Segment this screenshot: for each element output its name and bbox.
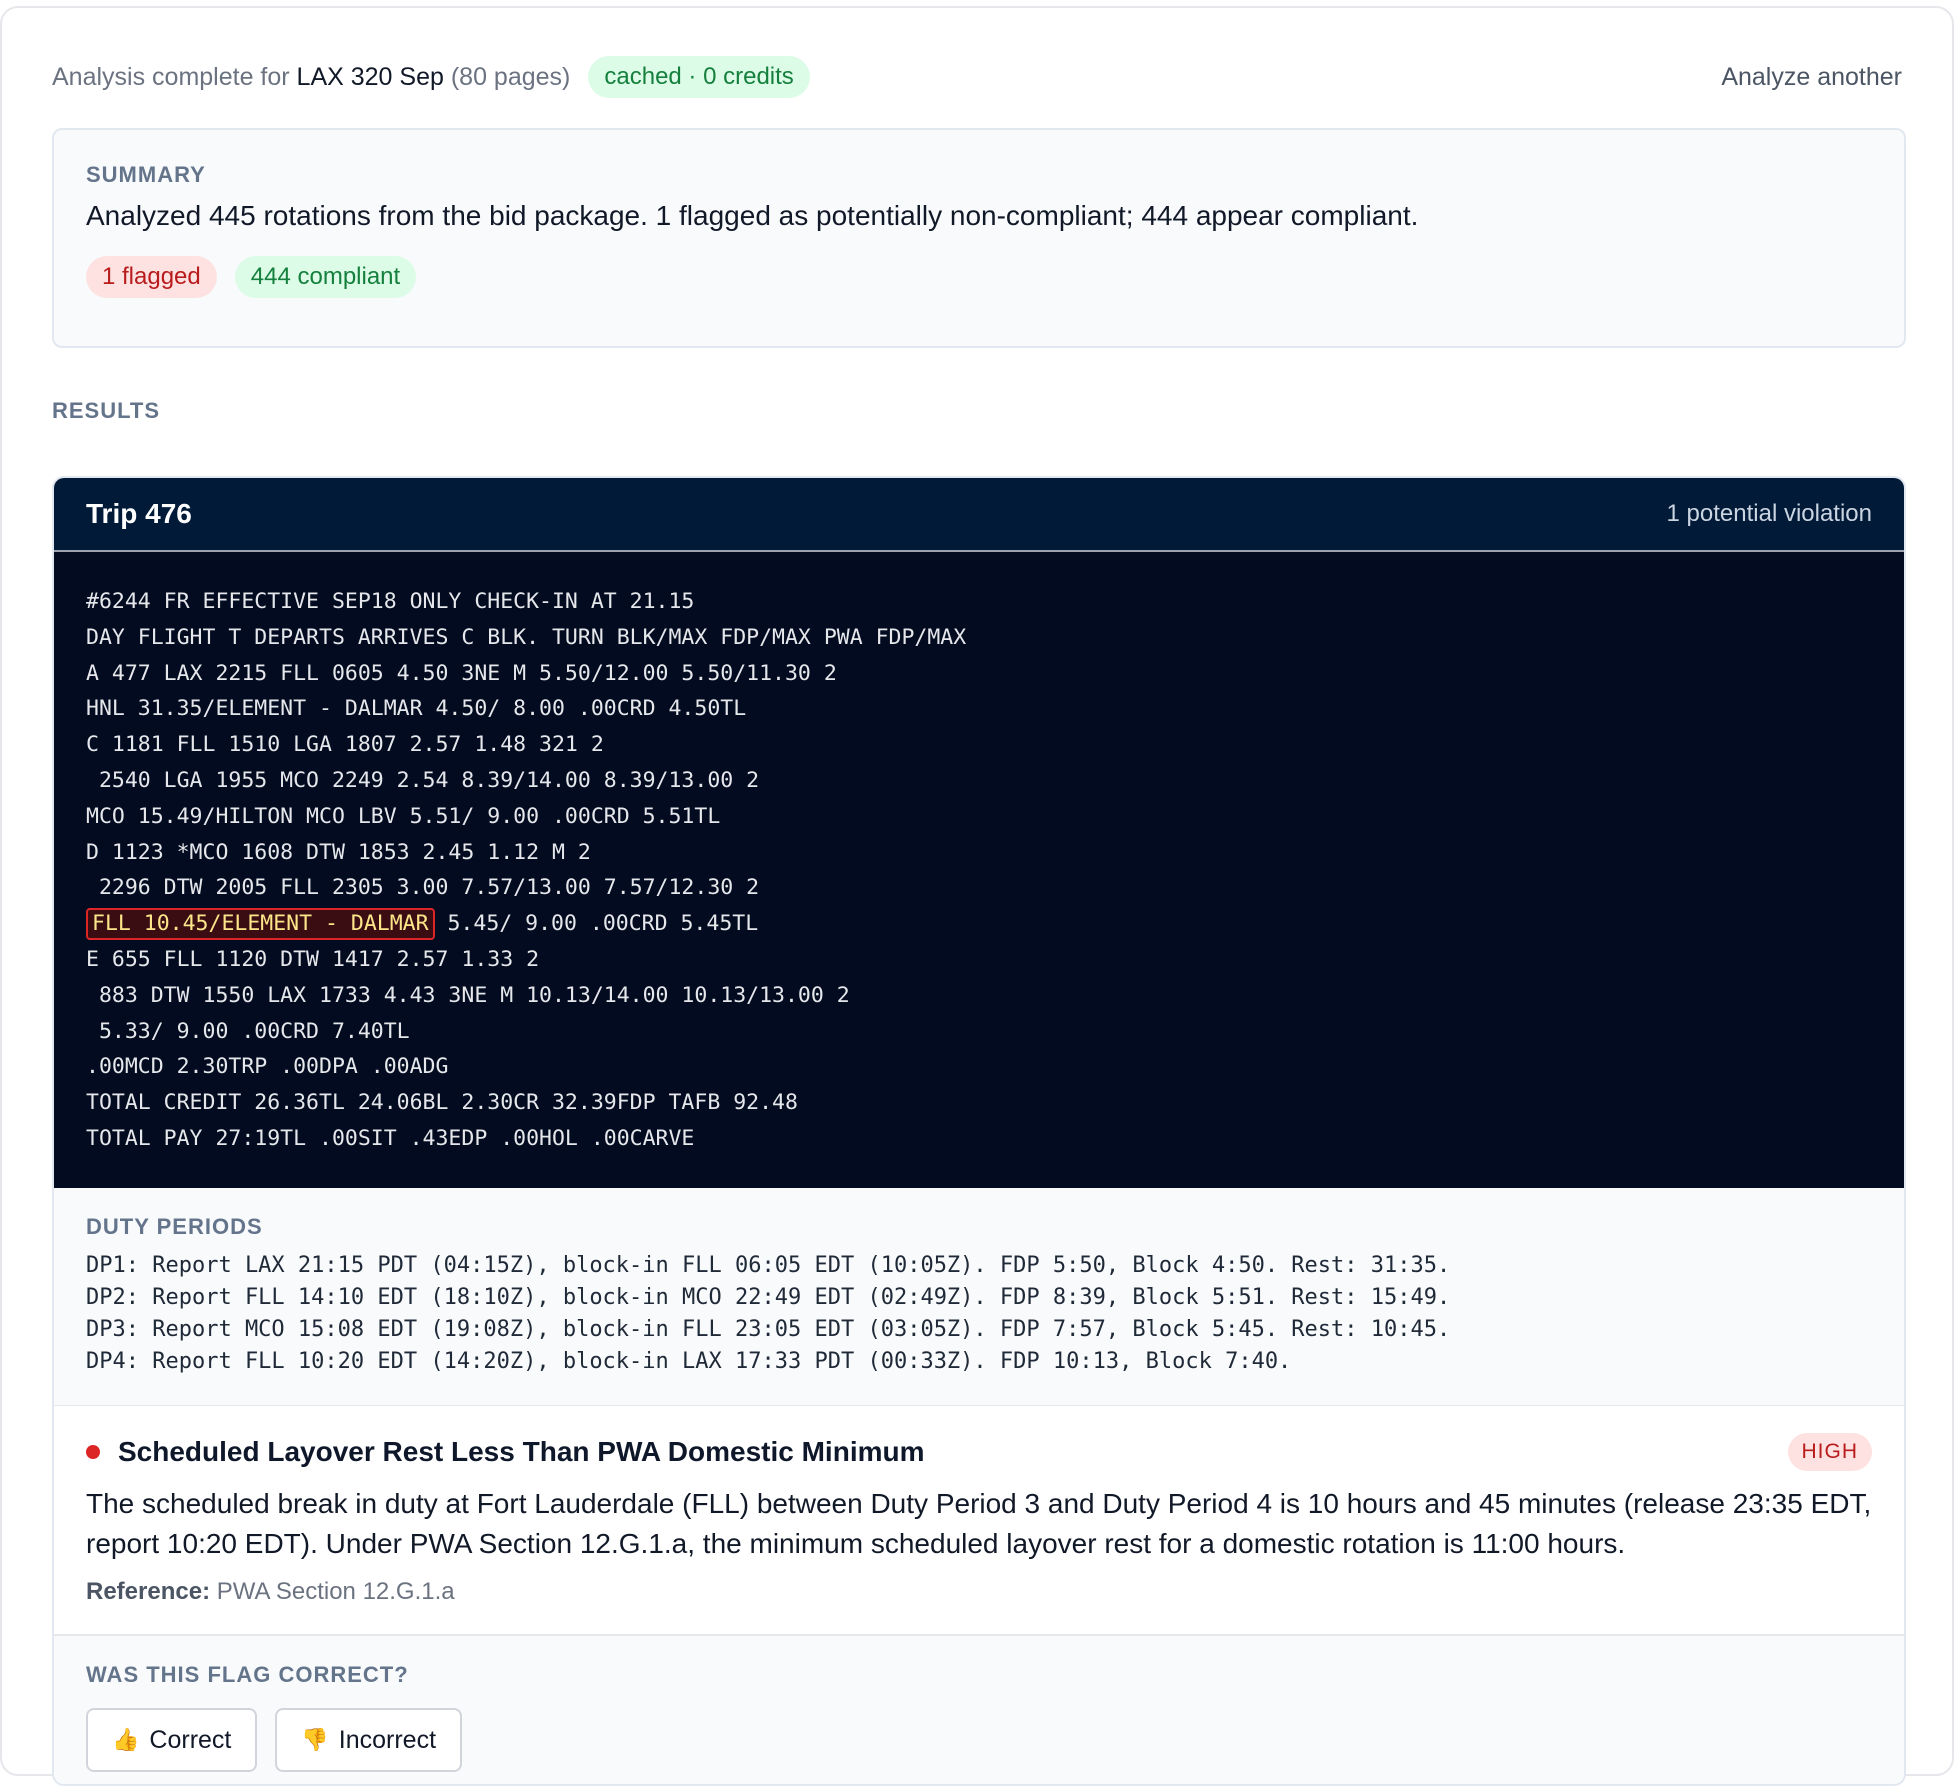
highlighted-layover[interactable]: FLL 10.45/ELEMENT - DALMAR — [86, 908, 435, 941]
rotation-line: #6244 FR EFFECTIVE SEP18 ONLY CHECK-IN A… — [86, 589, 695, 614]
duty-period-row: DP4: Report FLL 10:20 EDT (14:20Z), bloc… — [86, 1349, 1292, 1374]
correct-button[interactable]: 👍 Correct — [86, 1708, 258, 1772]
reference-label: Reference: — [86, 1578, 211, 1605]
rotation-line: 2540 LGA 1955 MCO 2249 2.54 8.39/14.00 8… — [86, 767, 760, 793]
feedback-label: WAS THIS FLAG CORRECT? — [86, 1662, 409, 1687]
correct-button-label: Correct — [149, 1725, 232, 1754]
rotation-line-highlighted: FLL 10.45/ELEMENT - DALMAR 5.45/ 9.00 .0… — [86, 906, 1872, 942]
summary-label: SUMMARY — [86, 162, 206, 187]
duty-period-row: DP1: Report LAX 21:15 PDT (04:15Z), bloc… — [86, 1253, 1451, 1278]
summary-card: SUMMARY Analyzed 445 rotations from the … — [52, 128, 1906, 348]
duty-periods-section: DUTY PERIODS DP1: Report LAX 21:15 PDT (… — [54, 1188, 1904, 1406]
rotation-line: A 477 LAX 2215 FLL 0605 4.50 3NE M 5.50/… — [86, 660, 837, 686]
thumbs-down-icon: 👎 — [301, 1727, 329, 1752]
trip-card: Trip 476 1 potential violation #6244 FR … — [52, 476, 1906, 1786]
page-count: (80 pages) — [450, 62, 571, 91]
rotation-line: E 655 FLL 1120 DTW 1417 2.57 1.33 2 — [86, 946, 540, 972]
rotation-line: D 1123 *MCO 1608 DTW 1853 2.45 1.12 M 2 — [86, 839, 591, 865]
rotation-line: 2296 DTW 2005 FLL 2305 3.00 7.57/13.00 7… — [86, 875, 760, 901]
summary-text: Analyzed 445 rotations from the bid pack… — [86, 200, 1419, 231]
cache-badge: cached · 0 credits — [588, 56, 810, 98]
rotation-line: 5.33/ 9.00 .00CRD 7.40TL — [86, 1018, 410, 1044]
violation-title: Scheduled Layover Rest Less Than PWA Dom… — [118, 1436, 925, 1467]
rotation-line: TOTAL PAY 27:19TL .00SIT .43EDP .00HOL .… — [86, 1125, 695, 1151]
reference-value: PWA Section 12.G.1.a — [210, 1578, 455, 1605]
rotation-text-block: #6244 FR EFFECTIVE SEP18 ONLY CHECK-IN A… — [54, 552, 1904, 1188]
incorrect-button[interactable]: 👎 Incorrect — [275, 1708, 463, 1772]
highlighted-line-rest: 5.45/ 9.00 .00CRD 5.45TL — [434, 911, 759, 937]
rotation-line: DAY FLIGHT T DEPARTS ARRIVES C BLK. TURN… — [86, 624, 967, 650]
rotation-line: 883 DTW 1550 LAX 1733 4.43 3NE M 10.13/1… — [86, 982, 850, 1008]
analyze-another-link[interactable]: Analyze another — [1721, 63, 1902, 92]
flagged-badge: 1 flagged — [86, 256, 217, 298]
violation-description: The scheduled break in duty at Fort Laud… — [86, 1488, 1872, 1559]
results-label: RESULTS — [52, 398, 161, 423]
severity-dot-icon — [86, 1445, 100, 1459]
analysis-panel: Analysis complete for LAX 320 Sep (80 pa… — [0, 6, 1954, 1786]
thumbs-up-icon: 👍 — [112, 1727, 140, 1752]
duty-period-row: DP3: Report MCO 15:08 EDT (19:08Z), bloc… — [86, 1317, 1451, 1342]
violation-count: 1 potential violation — [1666, 500, 1872, 527]
package-name: LAX 320 Sep — [296, 62, 444, 91]
violation-reference: Reference: PWA Section 12.G.1.a — [86, 1578, 1872, 1606]
feedback-section: WAS THIS FLAG CORRECT? 👍 Correct 👎 Incor… — [54, 1634, 1904, 1784]
status-bar: Analysis complete for LAX 320 Sep (80 pa… — [52, 54, 1902, 100]
summary-badges: 1 flagged 444 compliant — [86, 256, 1872, 298]
rotation-line: MCO 15.49/HILTON MCO LBV 5.51/ 9.00 .00C… — [86, 803, 721, 829]
feedback-buttons: 👍 Correct 👎 Incorrect — [86, 1708, 1872, 1772]
trip-header: Trip 476 1 potential violation — [54, 478, 1904, 552]
status-prefix: Analysis complete for — [52, 62, 297, 91]
compliant-badge: 444 compliant — [234, 256, 417, 298]
violation-item: Scheduled Layover Rest Less Than PWA Dom… — [54, 1406, 1904, 1634]
analysis-status: Analysis complete for LAX 320 Sep (80 pa… — [52, 63, 570, 92]
severity-badge: HIGH — [1787, 1433, 1872, 1471]
duty-periods-label: DUTY PERIODS — [86, 1214, 263, 1239]
rotation-line: TOTAL CREDIT 26.36TL 24.06BL 2.30CR 32.3… — [86, 1090, 798, 1116]
duty-periods-list: DP1: Report LAX 21:15 PDT (04:15Z), bloc… — [86, 1250, 1872, 1378]
duty-period-row: DP2: Report FLL 14:10 EDT (18:10Z), bloc… — [86, 1285, 1451, 1310]
trip-title: Trip 476 — [86, 498, 192, 529]
rotation-line: HNL 31.35/ELEMENT - DALMAR 4.50/ 8.00 .0… — [86, 696, 747, 722]
violation-header: Scheduled Layover Rest Less Than PWA Dom… — [86, 1432, 1872, 1472]
incorrect-button-label: Incorrect — [338, 1725, 437, 1754]
rotation-line: C 1181 FLL 1510 LGA 1807 2.57 1.48 321 2 — [86, 732, 604, 758]
rotation-line: .00MCD 2.30TRP .00DPA .00ADG — [86, 1054, 449, 1080]
